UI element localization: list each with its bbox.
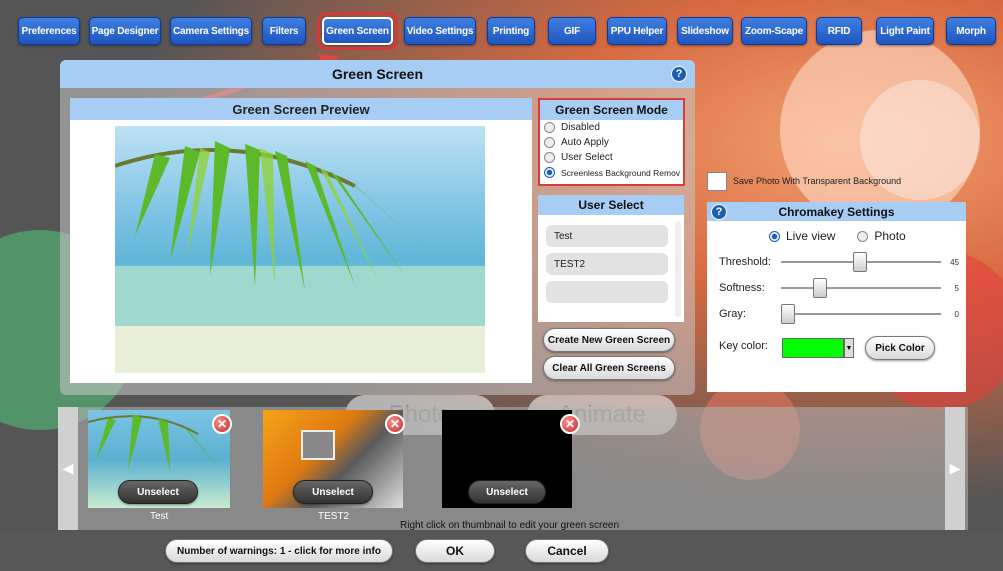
user-select-list: User Select Test TEST2	[538, 195, 684, 322]
key-color-label: Key color:	[719, 340, 768, 352]
photo-label: Photo	[874, 229, 906, 243]
radio-button[interactable]	[544, 122, 555, 133]
gray-value: 0	[954, 309, 959, 319]
mode-option-label: Disabled	[561, 122, 600, 133]
close-icon[interactable]: ✕	[560, 414, 580, 434]
tab-gif[interactable]: GIF	[548, 17, 596, 45]
unselect-button[interactable]: Unselect	[468, 480, 546, 504]
mode-option-user-select[interactable]: User Select	[540, 150, 683, 165]
tab-rfid[interactable]: RFID	[816, 17, 862, 45]
mode-option-label: Auto Apply	[561, 137, 609, 148]
thumbnail-label: Test	[150, 511, 169, 522]
tab-morph[interactable]: Morph	[946, 17, 996, 45]
radio-photo[interactable]	[857, 230, 869, 242]
tab-green-screen[interactable]: Green Screen	[317, 12, 398, 50]
top-tab-bar: Preferences Page Designer Camera Setting…	[0, 0, 1003, 60]
gray-label: Gray:	[719, 308, 746, 320]
panel-title-text: Green Screen	[331, 66, 424, 82]
unselect-button[interactable]: Unselect	[118, 480, 198, 504]
green-screen-preview: Green Screen Preview	[70, 98, 532, 383]
green-screen-mode-group: Green Screen Mode Disabled Auto Apply Us…	[538, 98, 685, 186]
mode-option-label: User Select	[561, 152, 613, 163]
radio-button[interactable]	[544, 152, 555, 163]
tab-ppu-helper[interactable]: PPU Helper	[607, 17, 667, 45]
thumbnail-inner-image	[301, 430, 335, 460]
gray-slider-row: Gray: 0	[719, 304, 959, 324]
gray-slider-thumb[interactable]	[781, 304, 795, 324]
chromakey-title-text: Chromakey Settings	[778, 204, 895, 219]
preview-image	[115, 126, 485, 373]
help-icon[interactable]: ?	[711, 204, 727, 220]
warnings-button[interactable]: Number of warnings: 1 - click for more i…	[165, 539, 393, 563]
list-item[interactable]: TEST2	[546, 253, 668, 275]
preview-title: Green Screen Preview	[70, 98, 532, 120]
key-color-swatch[interactable]	[782, 338, 844, 358]
softness-track[interactable]	[781, 287, 941, 289]
tab-video-settings[interactable]: Video Settings	[404, 17, 476, 45]
chromakey-settings: ? Chromakey Settings Live view Photo Thr…	[707, 202, 966, 392]
thumbnail-label: TEST2	[318, 511, 350, 522]
tab-page-designer[interactable]: Page Designer	[89, 17, 161, 45]
live-view-label: Live view	[786, 229, 836, 243]
radio-button-selected[interactable]	[544, 167, 555, 178]
thumbnail-test[interactable]: ✕ Unselect	[87, 410, 232, 508]
save-transparent-checkbox[interactable]	[707, 172, 727, 191]
softness-label: Softness:	[719, 282, 765, 294]
list-item[interactable]	[546, 281, 668, 303]
softness-slider-row: Softness: 5	[719, 278, 959, 298]
tab-preferences[interactable]: Preferences	[18, 17, 80, 45]
tab-light-paint[interactable]: Light Paint	[876, 17, 934, 45]
softness-slider-thumb[interactable]	[813, 278, 827, 298]
arrow-left-icon[interactable]: ◀	[58, 407, 78, 530]
panel-title: Green Screen ?	[60, 60, 695, 88]
mode-option-label: Screenless Background Remov	[561, 167, 681, 178]
ok-button[interactable]: OK	[415, 539, 495, 563]
list-item[interactable]: Test	[546, 225, 668, 247]
scrollbar[interactable]	[675, 221, 681, 317]
softness-value: 5	[954, 283, 959, 293]
threshold-slider-thumb[interactable]	[853, 252, 867, 272]
save-transparent-label: Save Photo With Transparent Background	[733, 176, 902, 186]
bottom-bar	[0, 530, 1003, 571]
threshold-value: 45	[950, 257, 959, 267]
arrow-right-icon[interactable]: ▶	[945, 407, 965, 530]
tab-filters[interactable]: Filters	[262, 17, 306, 45]
mode-option-disabled[interactable]: Disabled	[540, 120, 683, 135]
thumbnail-blank[interactable]: ✕ Unselect	[442, 410, 580, 508]
clear-green-screens-button[interactable]: Clear All Green Screens	[543, 356, 675, 380]
gray-track[interactable]	[781, 313, 941, 315]
chevron-down-icon[interactable]: ▼	[844, 338, 854, 358]
palm-leaf-illustration	[115, 141, 485, 373]
mode-option-auto-apply[interactable]: Auto Apply	[540, 135, 683, 150]
radio-button[interactable]	[544, 137, 555, 148]
mode-title: Green Screen Mode	[540, 100, 683, 120]
close-icon[interactable]: ✕	[385, 414, 405, 434]
unselect-button[interactable]: Unselect	[293, 480, 373, 504]
radio-live-view[interactable]	[769, 230, 780, 242]
thumbnail-test2[interactable]: ✕ Unselect	[263, 410, 405, 508]
cancel-button[interactable]: Cancel	[525, 539, 609, 563]
tab-zoom-scape[interactable]: Zoom-Scape	[741, 17, 807, 45]
user-select-title: User Select	[538, 195, 684, 215]
tab-printing[interactable]: Printing	[487, 17, 535, 45]
view-mode-group: Live view Photo	[769, 229, 906, 243]
pick-color-button[interactable]: Pick Color	[865, 336, 935, 360]
create-green-screen-button[interactable]: Create New Green Screen	[543, 328, 675, 352]
mode-option-screenless[interactable]: Screenless Background Remov	[540, 165, 683, 180]
threshold-label: Threshold:	[719, 256, 771, 268]
threshold-slider-row: Threshold: 45	[719, 252, 959, 272]
tab-camera-settings[interactable]: Camera Settings	[170, 17, 252, 45]
help-icon[interactable]: ?	[671, 66, 687, 82]
chromakey-title: ? Chromakey Settings	[707, 202, 966, 221]
close-icon[interactable]: ✕	[212, 414, 232, 434]
tab-slideshow[interactable]: Slideshow	[677, 17, 733, 45]
